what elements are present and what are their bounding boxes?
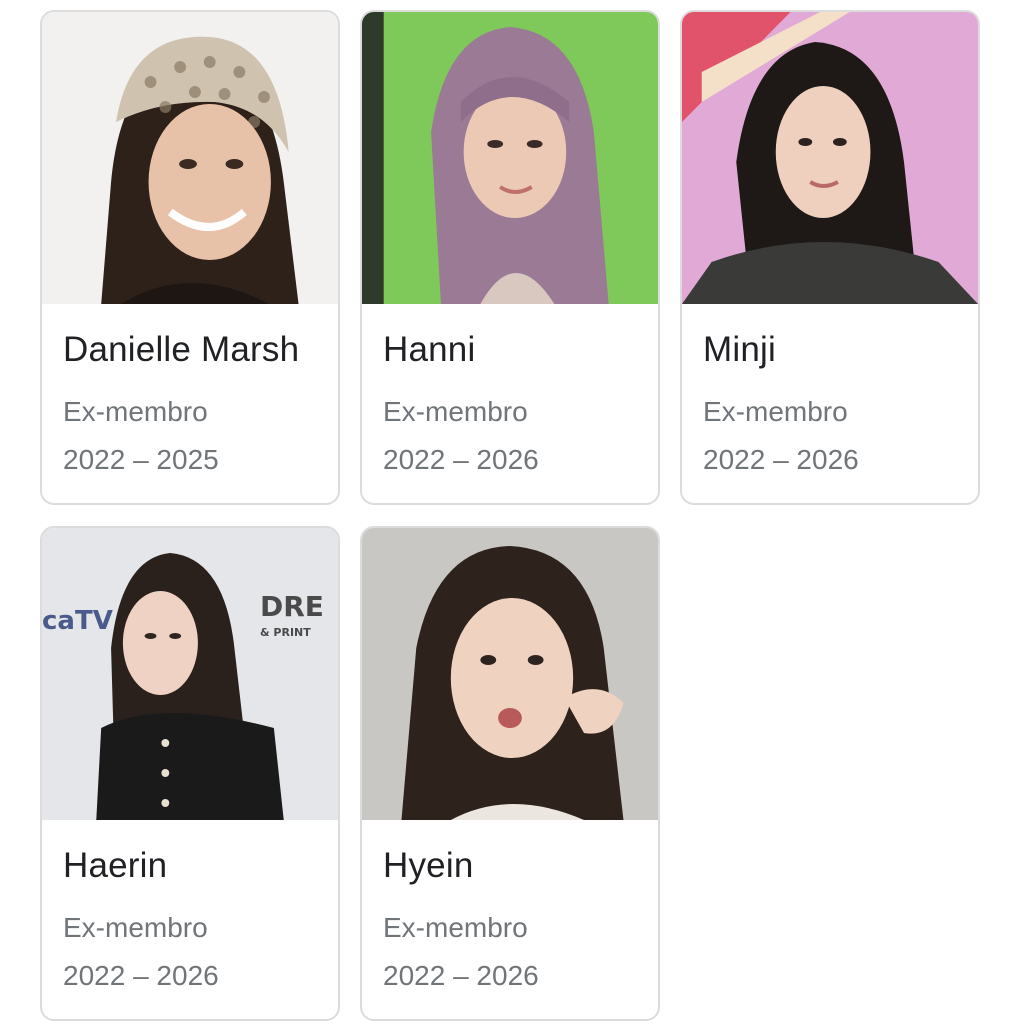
member-photo-image [362, 12, 658, 304]
members-grid: Danielle Marsh Ex-membro 2022 – 2025 Han… [0, 0, 1024, 1024]
member-card-minji[interactable]: Minji Ex-membro 2022 – 2026 [680, 10, 980, 505]
backdrop-logo-right-sub: & PRINT [260, 626, 311, 639]
member-photo [682, 12, 978, 304]
member-photo [362, 12, 658, 304]
member-status: Ex-membro [383, 912, 528, 943]
member-name: Haerin [63, 846, 168, 885]
backdrop-logo-right: DRE [260, 590, 324, 623]
member-name: Hyein [383, 846, 474, 885]
member-card-haerin[interactable]: caTV DRE & PRINT Haerin Ex-membro 2022 –… [40, 526, 340, 1021]
member-status: Ex-membro [63, 396, 208, 427]
member-photo [362, 528, 658, 820]
member-card-danielle-marsh[interactable]: Danielle Marsh Ex-membro 2022 – 2025 [40, 10, 340, 505]
member-card-hyein[interactable]: Hyein Ex-membro 2022 – 2026 [360, 526, 660, 1021]
member-years: 2022 – 2025 [63, 444, 219, 475]
member-photo [42, 12, 338, 304]
member-years: 2022 – 2026 [63, 960, 219, 991]
backdrop-logo-left: caTV [42, 606, 113, 636]
member-name: Minji [703, 330, 776, 369]
member-years: 2022 – 2026 [383, 960, 539, 991]
member-name: Danielle Marsh [63, 330, 300, 369]
member-status: Ex-membro [383, 396, 528, 427]
member-photo: caTV DRE & PRINT [42, 528, 338, 820]
member-status: Ex-membro [63, 912, 208, 943]
member-status: Ex-membro [703, 396, 848, 427]
member-photo-image [362, 528, 658, 820]
member-years: 2022 – 2026 [383, 444, 539, 475]
member-photo-image [682, 12, 978, 304]
member-card-hanni[interactable]: Hanni Ex-membro 2022 – 2026 [360, 10, 660, 505]
member-name: Hanni [383, 330, 476, 369]
member-photo-image [42, 528, 338, 820]
member-years: 2022 – 2026 [703, 444, 859, 475]
member-photo-image [42, 12, 338, 304]
